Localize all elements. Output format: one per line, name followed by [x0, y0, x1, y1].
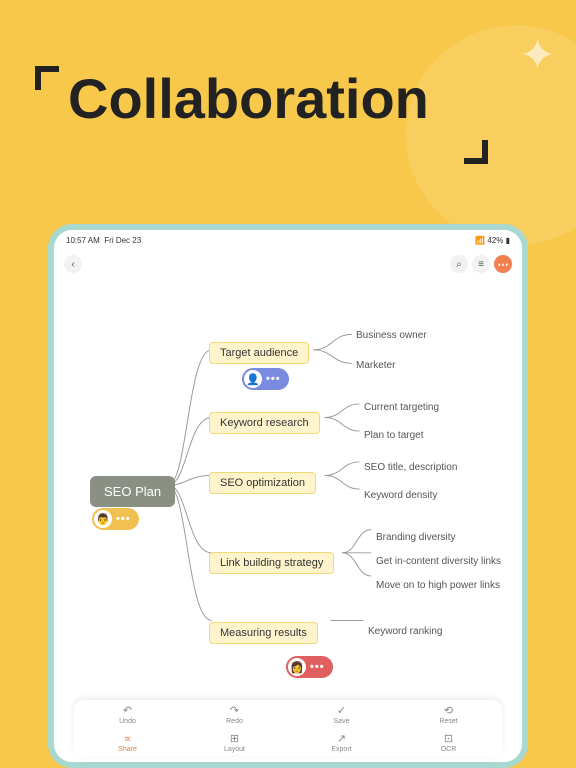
undo-button[interactable]: ↶Undo [74, 700, 181, 728]
layout-icon: ⊞ [230, 732, 239, 745]
mindmap-branch[interactable]: Keyword research [209, 412, 320, 434]
more-icon[interactable]: ⋯ [494, 255, 512, 273]
layout-button[interactable]: ⊞Layout [181, 728, 288, 756]
share-icon: ∝ [124, 732, 132, 745]
mindmap-branch[interactable]: Measuring results [209, 622, 318, 644]
screen: 10:57 AM Fri Dec 23 📶 42% ▮ ‹ ⌕ ≡ ⋯ [54, 230, 522, 762]
mindmap-leaf[interactable]: Plan to target [364, 430, 423, 441]
cursor-dots: ••• [116, 513, 131, 525]
collaborator-cursor-red: 👩 ••• [286, 656, 333, 678]
toolbar-label: Share [118, 746, 137, 753]
mindmap-branch[interactable]: SEO optimization [209, 472, 316, 494]
collaborator-cursor-blue: 👤 ••• [242, 368, 289, 390]
mindmap-leaf[interactable]: Keyword ranking [368, 626, 442, 637]
toolbar-label: Undo [119, 718, 136, 725]
mindmap-leaf[interactable]: Marketer [356, 360, 395, 371]
avatar-icon: 👤 [244, 370, 262, 388]
mindmap-leaf[interactable]: Current targeting [364, 402, 439, 413]
save-button[interactable]: ✓Save [288, 700, 395, 728]
mindmap-branch[interactable]: Target audience [209, 342, 309, 364]
cursor-dots: ••• [266, 373, 281, 385]
toolbar-label: Save [334, 718, 350, 725]
save-icon: ✓ [337, 704, 346, 717]
undo-icon: ↶ [123, 704, 132, 717]
mindmap-leaf[interactable]: Business owner [356, 330, 427, 341]
hero-title: Collaboration [68, 66, 429, 131]
mindmap-leaf[interactable]: Move on to high power links [376, 580, 500, 591]
mindmap-leaf[interactable]: Branding diversity [376, 532, 455, 543]
toolbar-label: Layout [224, 746, 245, 753]
reset-icon: ⟲ [444, 704, 453, 717]
mindmap-leaf[interactable]: Get in-content diversity links [376, 556, 501, 567]
device-frame: 10:57 AM Fri Dec 23 📶 42% ▮ ‹ ⌕ ≡ ⋯ [48, 224, 528, 768]
export-icon: ↗ [337, 732, 346, 745]
share-button[interactable]: ∝Share [74, 728, 181, 756]
search-icon[interactable]: ⌕ [450, 255, 468, 273]
bottom-toolbar: ↶Undo ↷Redo ✓Save ⟲Reset ∝Share ⊞Layout … [74, 700, 502, 756]
mindmap-leaf[interactable]: Keyword density [364, 490, 437, 501]
redo-button[interactable]: ↷Redo [181, 700, 288, 728]
mindmap-canvas[interactable]: SEO Plan Target audience Business owner … [54, 286, 522, 692]
status-time: 10:57 AM [66, 236, 100, 245]
toolbar-label: Export [331, 746, 351, 753]
avatar-icon: 👩 [288, 658, 306, 676]
bracket-top-left [35, 66, 59, 90]
titlebar: ‹ ⌕ ≡ ⋯ [64, 252, 512, 276]
list-icon[interactable]: ≡ [472, 255, 490, 273]
ocr-icon: ⊡ [444, 732, 453, 745]
toolbar-label: Redo [226, 718, 243, 725]
collaborator-cursor-yellow: 👨 ••• [92, 508, 139, 530]
export-button[interactable]: ↗Export [288, 728, 395, 756]
reset-button[interactable]: ⟲Reset [395, 700, 502, 728]
toolbar-label: OCR [441, 746, 457, 753]
statusbar: 10:57 AM Fri Dec 23 📶 42% ▮ [66, 236, 510, 245]
redo-icon: ↷ [230, 704, 239, 717]
toolbar-label: Reset [439, 718, 457, 725]
avatar-icon: 👨 [94, 510, 112, 528]
sparkle-icon: ✦ [519, 30, 556, 81]
cursor-dots: ••• [310, 661, 325, 673]
bracket-bottom-right [464, 140, 488, 164]
status-date: Fri Dec 23 [104, 236, 141, 245]
status-battery: 42% [487, 236, 503, 245]
mindmap-branch[interactable]: Link building strategy [209, 552, 334, 574]
mindmap-root[interactable]: SEO Plan [90, 476, 175, 507]
mindmap-leaf[interactable]: SEO title, description [364, 462, 457, 473]
back-button[interactable]: ‹ [64, 255, 82, 273]
ocr-button[interactable]: ⊡OCR [395, 728, 502, 756]
